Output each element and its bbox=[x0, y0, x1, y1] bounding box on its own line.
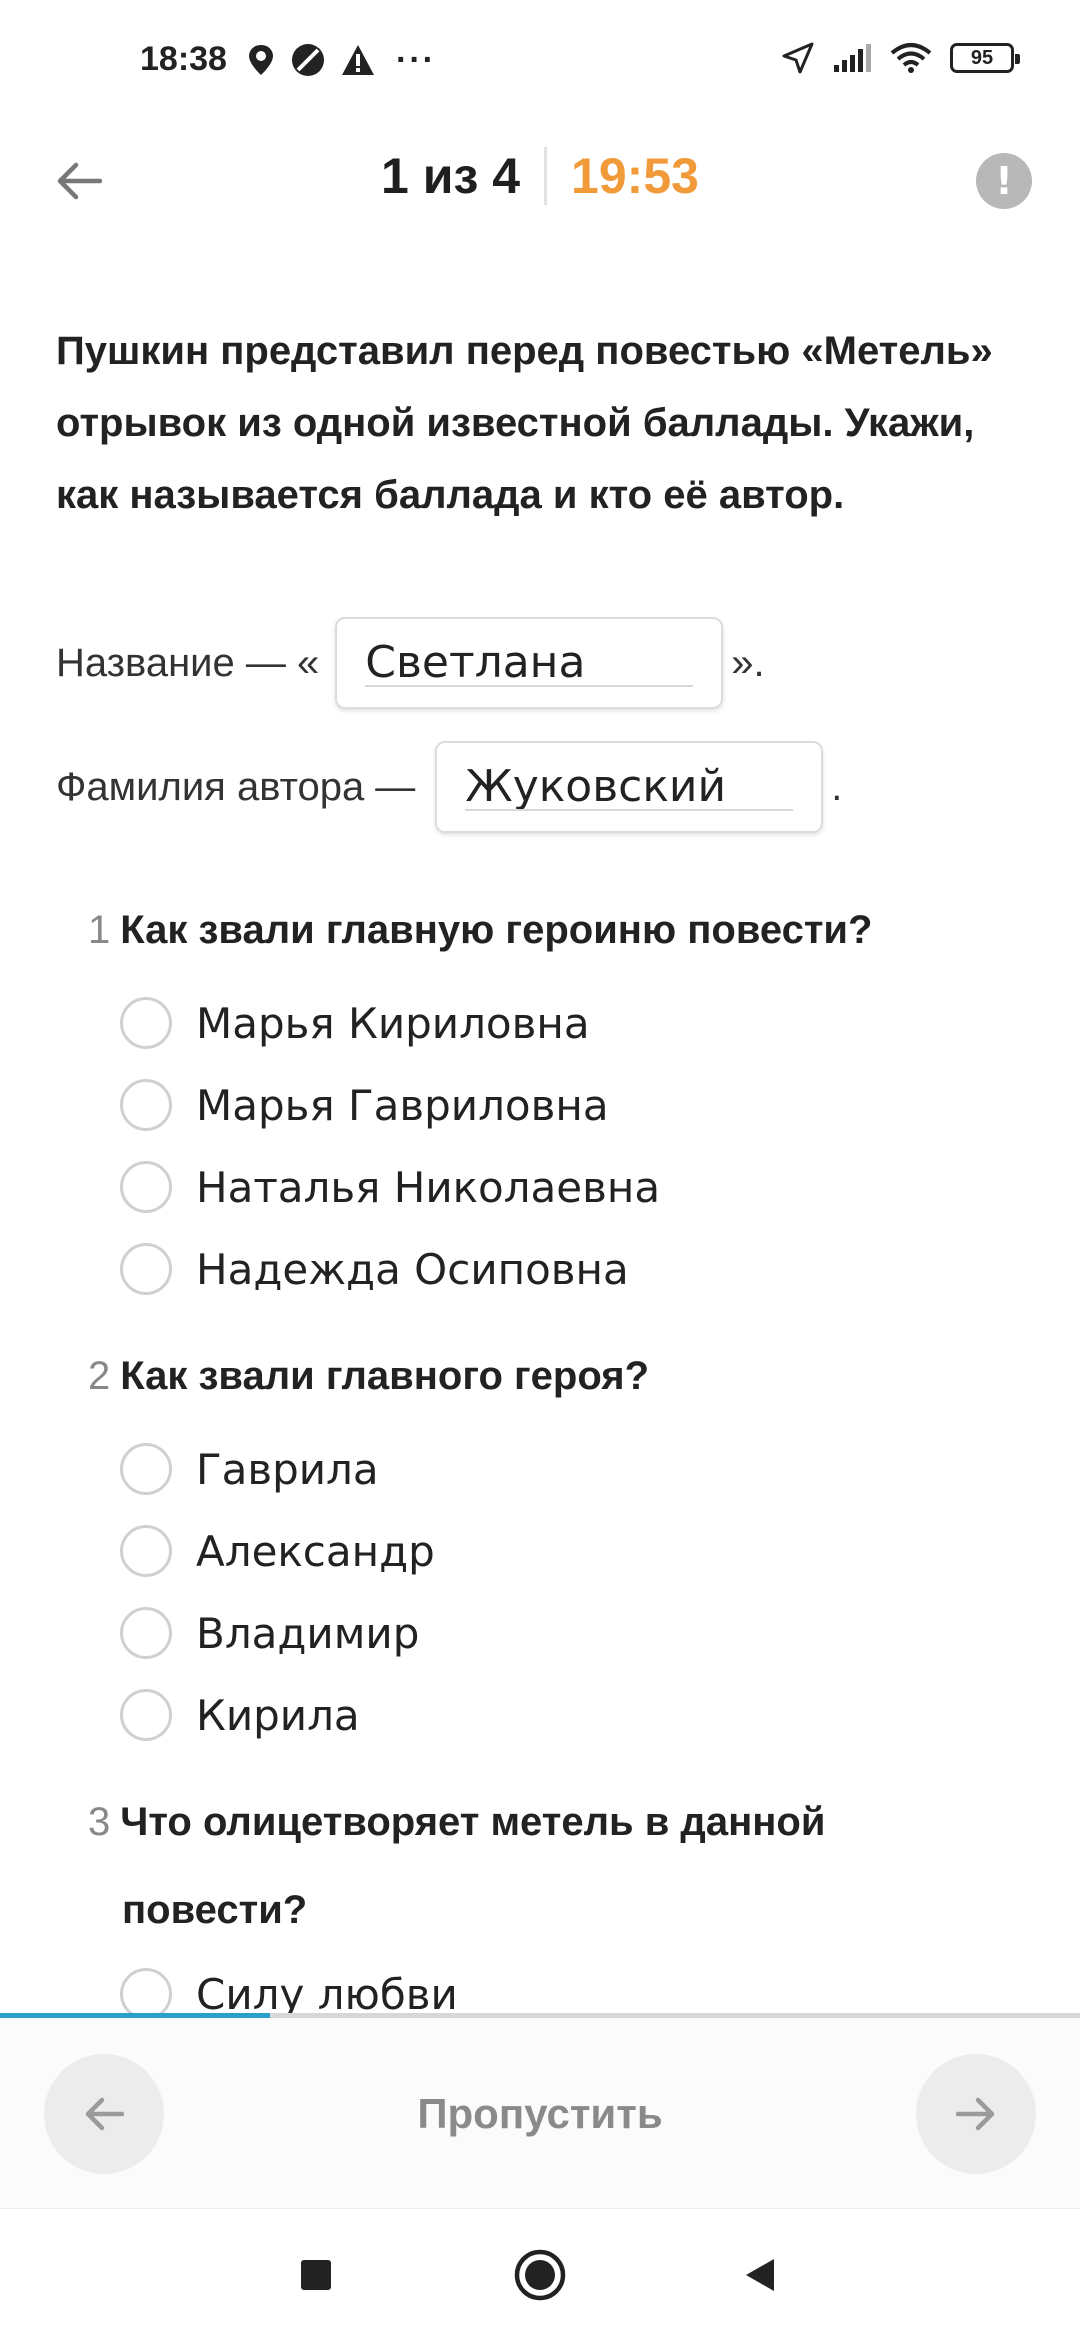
quiz-header: 1 из 4 19:53 ! bbox=[0, 125, 1080, 235]
option-1-3[interactable]: Наталья Николаевна bbox=[120, 1157, 660, 1217]
option-label: Марья Кириловна bbox=[196, 998, 590, 1048]
title-answer-field[interactable]: Светлана bbox=[335, 617, 724, 709]
system-nav-bar bbox=[0, 2208, 1080, 2340]
recent-apps-button[interactable] bbox=[286, 2245, 346, 2305]
more-dots-icon: ··· bbox=[396, 41, 436, 79]
author-answer-value: Жуковский bbox=[465, 761, 727, 812]
subquestion-number: 3 bbox=[88, 1800, 111, 1844]
option-2-3[interactable]: Владимир bbox=[120, 1603, 419, 1663]
option-2-2[interactable]: Александр bbox=[120, 1521, 435, 1581]
home-circle-icon bbox=[514, 2249, 566, 2301]
option-2-1[interactable]: Гаврила bbox=[120, 1439, 379, 1499]
report-button[interactable]: ! bbox=[976, 153, 1032, 209]
option-1-4[interactable]: Надежда Осиповна bbox=[120, 1239, 629, 1299]
option-label: Марья Гавриловна bbox=[196, 1080, 609, 1130]
radio-button[interactable] bbox=[120, 1161, 172, 1213]
arrow-right-icon bbox=[956, 2097, 995, 2131]
subquestion-text: Что олицетворяет метель в данной bbox=[120, 1800, 826, 1844]
radio-button[interactable] bbox=[120, 1243, 172, 1295]
question-text: Пушкин представил перед повестью «Метель… bbox=[56, 329, 993, 517]
home-button[interactable] bbox=[510, 2245, 570, 2305]
title-prefix: Название — « bbox=[56, 640, 320, 685]
author-fill-row: Фамилия автора — Жуковский . bbox=[56, 741, 842, 833]
status-icons-right: 95 bbox=[782, 42, 1020, 74]
option-1-2[interactable]: Марья Гавриловна bbox=[120, 1075, 609, 1135]
signal-icon bbox=[834, 44, 871, 72]
subquestion-2-title: 2 Как звали главного героя? bbox=[88, 1332, 649, 1420]
option-label: Александр bbox=[196, 1526, 435, 1576]
subquestion-3-title: 3 Что олицетворяет метель в данной bbox=[88, 1778, 825, 1866]
status-bar: 18:38 ··· 95 bbox=[0, 0, 1080, 125]
question-progress: 1 из 4 bbox=[381, 148, 521, 204]
subquestion-number: 1 bbox=[88, 908, 111, 952]
status-time: 18:38 bbox=[140, 40, 227, 78]
subquestion-text: Как звали главную героиню повести? bbox=[120, 908, 873, 952]
title-fill-row: Название — « Светлана ». bbox=[56, 617, 765, 709]
option-1-1[interactable]: Марья Кириловна bbox=[120, 993, 590, 1053]
radio-button[interactable] bbox=[120, 1689, 172, 1741]
subquestion-text: повести? bbox=[122, 1888, 308, 1932]
radio-button[interactable] bbox=[120, 997, 172, 1049]
option-label: Надежда Осиповна bbox=[196, 1244, 629, 1294]
subquestion-3-title-cont: повести? bbox=[122, 1866, 307, 1954]
system-back-button[interactable] bbox=[730, 2245, 790, 2305]
title-suffix: ». bbox=[731, 640, 765, 685]
title-answer-value: Светлана bbox=[365, 637, 586, 688]
location-arrow-icon bbox=[782, 42, 814, 74]
wifi-icon bbox=[890, 43, 932, 73]
triangle-back-icon bbox=[746, 2259, 774, 2291]
square-icon bbox=[301, 2260, 331, 2290]
next-question-button[interactable] bbox=[916, 2054, 1036, 2174]
header-divider bbox=[544, 147, 548, 205]
option-label: Владимир bbox=[196, 1608, 420, 1658]
warning-icon bbox=[342, 45, 374, 75]
author-prefix: Фамилия автора — bbox=[56, 764, 416, 809]
option-label: Гаврила bbox=[196, 1444, 379, 1494]
option-2-4[interactable]: Кирила bbox=[120, 1685, 360, 1745]
option-label: Силу любви bbox=[196, 1969, 458, 2019]
subquestion-1-title: 1 Как звали главную героиню повести? bbox=[88, 886, 872, 974]
header-center: 1 из 4 19:53 bbox=[0, 147, 1080, 205]
data-saver-icon bbox=[292, 44, 324, 76]
option-label: Наталья Николаевна bbox=[196, 1162, 661, 1212]
location-pin-icon bbox=[249, 45, 273, 75]
radio-button[interactable] bbox=[120, 1079, 172, 1131]
subquestion-text: Как звали главного героя? bbox=[120, 1354, 650, 1398]
radio-button[interactable] bbox=[120, 1525, 172, 1577]
radio-button[interactable] bbox=[120, 1607, 172, 1659]
subquestion-number: 2 bbox=[88, 1354, 111, 1398]
battery-icon: 95 bbox=[950, 43, 1020, 73]
author-suffix: . bbox=[831, 764, 843, 809]
status-icons-left: ··· bbox=[246, 42, 436, 78]
exclamation-icon: ! bbox=[995, 159, 1013, 203]
countdown-timer: 19:53 bbox=[571, 148, 699, 204]
author-answer-field[interactable]: Жуковский bbox=[435, 741, 824, 833]
bottom-nav-bar: Пропустить bbox=[0, 2018, 1080, 2208]
option-label: Кирила bbox=[196, 1690, 360, 1740]
radio-button[interactable] bbox=[120, 1443, 172, 1495]
